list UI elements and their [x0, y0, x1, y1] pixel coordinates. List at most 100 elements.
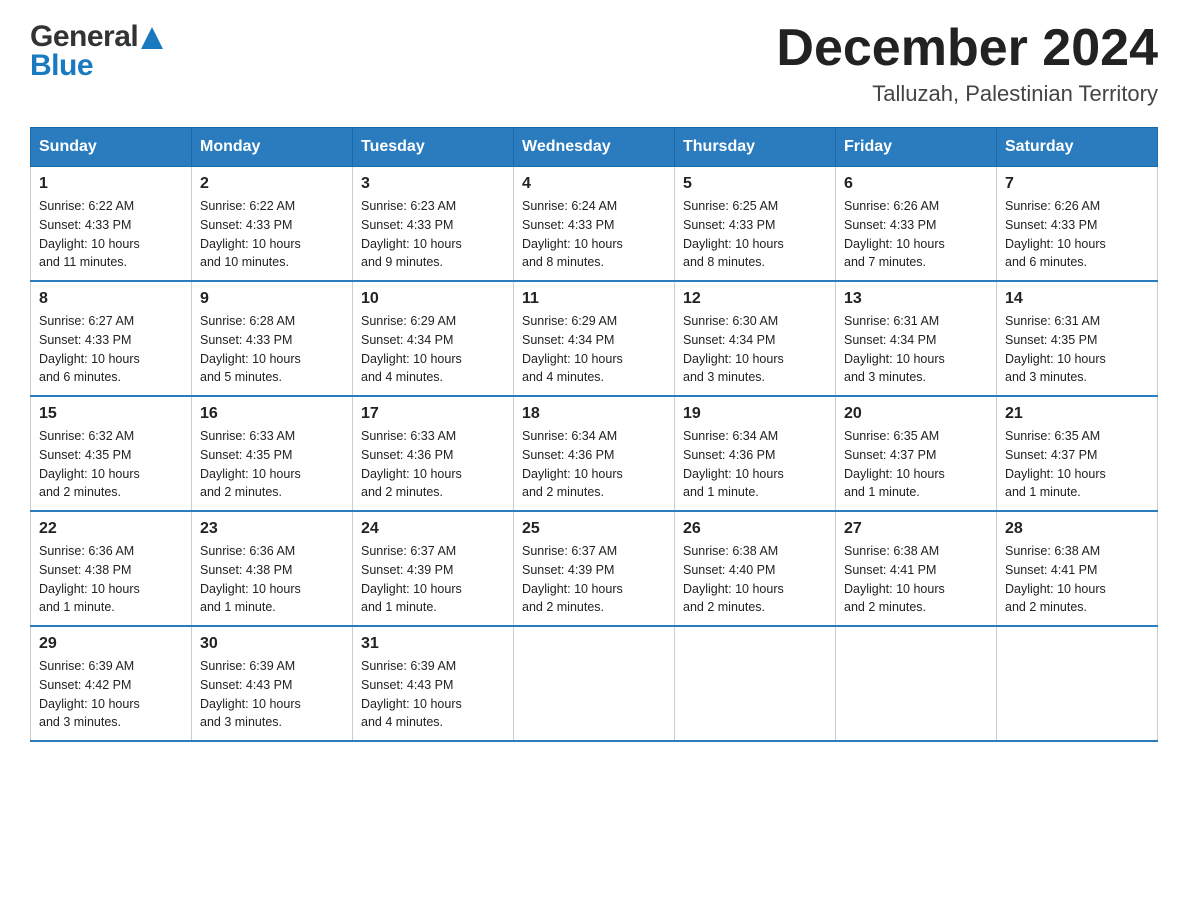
- table-row: 4Sunrise: 6:24 AMSunset: 4:33 PMDaylight…: [514, 167, 675, 282]
- table-row: [836, 626, 997, 741]
- table-row: 23 Sunrise: 6:36 AMSunset: 4:38 PMDayligh…: [192, 511, 353, 626]
- table-row: [675, 626, 836, 741]
- day-info: Sunrise: 6:37 AMSunset: 4:39 PMDaylight:…: [522, 542, 666, 617]
- day-info: Sunrise: 6:35 AMSunset: 4:37 PMDaylight:…: [1005, 427, 1149, 502]
- title-block: December 2024 Talluzah, Palestinian Terr…: [776, 20, 1158, 107]
- calendar-week-row: 22 Sunrise: 6:36 AMSunset: 4:38 PMDayligh…: [31, 511, 1158, 626]
- table-row: 27 Sunrise: 6:38 AMSunset: 4:41 PMDayligh…: [836, 511, 997, 626]
- table-row: 29 Sunrise: 6:39 AMSunset: 4:42 PMDayligh…: [31, 626, 192, 741]
- day-info: Sunrise: 6:36 AMSunset: 4:38 PMDaylight:…: [200, 542, 344, 617]
- day-info: Sunrise: 6:27 AMSunset: 4:33 PMDaylight:…: [39, 312, 183, 387]
- col-saturday: Saturday: [997, 128, 1158, 167]
- day-number: 4: [522, 175, 666, 193]
- table-row: 30 Sunrise: 6:39 AMSunset: 4:43 PMDayligh…: [192, 626, 353, 741]
- day-number: 2: [200, 175, 344, 193]
- table-row: 8 Sunrise: 6:27 AMSunset: 4:33 PMDaylight…: [31, 281, 192, 396]
- day-number: 1: [39, 175, 183, 193]
- table-row: 15 Sunrise: 6:32 AMSunset: 4:35 PMDayligh…: [31, 396, 192, 511]
- col-tuesday: Tuesday: [353, 128, 514, 167]
- day-number: 5: [683, 175, 827, 193]
- day-number: 27: [844, 520, 988, 538]
- calendar-table: Sunday Monday Tuesday Wednesday Thursday…: [30, 127, 1158, 742]
- table-row: 16 Sunrise: 6:33 AMSunset: 4:35 PMDayligh…: [192, 396, 353, 511]
- day-number: 14: [1005, 290, 1149, 308]
- day-number: 31: [361, 635, 505, 653]
- location-title: Talluzah, Palestinian Territory: [776, 81, 1158, 107]
- col-wednesday: Wednesday: [514, 128, 675, 167]
- day-number: 24: [361, 520, 505, 538]
- day-info: Sunrise: 6:25 AMSunset: 4:33 PMDaylight:…: [683, 197, 827, 272]
- table-row: 21 Sunrise: 6:35 AMSunset: 4:37 PMDayligh…: [997, 396, 1158, 511]
- day-info: Sunrise: 6:28 AMSunset: 4:33 PMDaylight:…: [200, 312, 344, 387]
- day-info: Sunrise: 6:29 AMSunset: 4:34 PMDaylight:…: [361, 312, 505, 387]
- table-row: 11 Sunrise: 6:29 AMSunset: 4:34 PMDayligh…: [514, 281, 675, 396]
- logo-blue-text: Blue: [30, 49, 163, 82]
- table-row: 28Sunrise: 6:38 AMSunset: 4:41 PMDayligh…: [997, 511, 1158, 626]
- col-monday: Monday: [192, 128, 353, 167]
- day-info: Sunrise: 6:31 AMSunset: 4:34 PMDaylight:…: [844, 312, 988, 387]
- day-number: 18: [522, 405, 666, 423]
- table-row: 10 Sunrise: 6:29 AMSunset: 4:34 PMDayligh…: [353, 281, 514, 396]
- table-row: 14 Sunrise: 6:31 AMSunset: 4:35 PMDayligh…: [997, 281, 1158, 396]
- calendar-week-row: 1 Sunrise: 6:22 AMSunset: 4:33 PMDaylight…: [31, 167, 1158, 282]
- day-number: 17: [361, 405, 505, 423]
- day-info: Sunrise: 6:38 AMSunset: 4:41 PMDaylight:…: [844, 542, 988, 617]
- table-row: 7 Sunrise: 6:26 AMSunset: 4:33 PMDaylight…: [997, 167, 1158, 282]
- day-info: Sunrise: 6:33 AMSunset: 4:35 PMDaylight:…: [200, 427, 344, 502]
- day-number: 23: [200, 520, 344, 538]
- day-info: Sunrise: 6:39 AMSunset: 4:42 PMDaylight:…: [39, 657, 183, 732]
- day-info: Sunrise: 6:31 AMSunset: 4:35 PMDaylight:…: [1005, 312, 1149, 387]
- logo-triangle-icon: [141, 27, 163, 49]
- table-row: 12 Sunrise: 6:30 AMSunset: 4:34 PMDayligh…: [675, 281, 836, 396]
- day-number: 29: [39, 635, 183, 653]
- day-info: Sunrise: 6:35 AMSunset: 4:37 PMDaylight:…: [844, 427, 988, 502]
- calendar-header-row: Sunday Monday Tuesday Wednesday Thursday…: [31, 128, 1158, 167]
- table-row: 18 Sunrise: 6:34 AMSunset: 4:36 PMDayligh…: [514, 396, 675, 511]
- table-row: [997, 626, 1158, 741]
- col-sunday: Sunday: [31, 128, 192, 167]
- table-row: 6Sunrise: 6:26 AMSunset: 4:33 PMDaylight…: [836, 167, 997, 282]
- day-info: Sunrise: 6:29 AMSunset: 4:34 PMDaylight:…: [522, 312, 666, 387]
- day-info: Sunrise: 6:39 AMSunset: 4:43 PMDaylight:…: [200, 657, 344, 732]
- table-row: 24 Sunrise: 6:37 AMSunset: 4:39 PMDayligh…: [353, 511, 514, 626]
- table-row: 22 Sunrise: 6:36 AMSunset: 4:38 PMDayligh…: [31, 511, 192, 626]
- col-friday: Friday: [836, 128, 997, 167]
- day-number: 6: [844, 175, 988, 193]
- table-row: 13Sunrise: 6:31 AMSunset: 4:34 PMDayligh…: [836, 281, 997, 396]
- day-number: 22: [39, 520, 183, 538]
- day-info: Sunrise: 6:30 AMSunset: 4:34 PMDaylight:…: [683, 312, 827, 387]
- day-number: 21: [1005, 405, 1149, 423]
- day-info: Sunrise: 6:22 AMSunset: 4:33 PMDaylight:…: [200, 197, 344, 272]
- day-number: 11: [522, 290, 666, 308]
- calendar-week-row: 8 Sunrise: 6:27 AMSunset: 4:33 PMDaylight…: [31, 281, 1158, 396]
- day-info: Sunrise: 6:32 AMSunset: 4:35 PMDaylight:…: [39, 427, 183, 502]
- day-info: Sunrise: 6:36 AMSunset: 4:38 PMDaylight:…: [39, 542, 183, 617]
- day-number: 7: [1005, 175, 1149, 193]
- day-info: Sunrise: 6:33 AMSunset: 4:36 PMDaylight:…: [361, 427, 505, 502]
- day-number: 8: [39, 290, 183, 308]
- col-thursday: Thursday: [675, 128, 836, 167]
- table-row: [514, 626, 675, 741]
- table-row: 20 Sunrise: 6:35 AMSunset: 4:37 PMDayligh…: [836, 396, 997, 511]
- day-info: Sunrise: 6:22 AMSunset: 4:33 PMDaylight:…: [39, 197, 183, 272]
- day-number: 30: [200, 635, 344, 653]
- table-row: 2 Sunrise: 6:22 AMSunset: 4:33 PMDaylight…: [192, 167, 353, 282]
- day-info: Sunrise: 6:34 AMSunset: 4:36 PMDaylight:…: [522, 427, 666, 502]
- calendar-week-row: 29 Sunrise: 6:39 AMSunset: 4:42 PMDayligh…: [31, 626, 1158, 741]
- day-info: Sunrise: 6:39 AMSunset: 4:43 PMDaylight:…: [361, 657, 505, 732]
- day-info: Sunrise: 6:26 AMSunset: 4:33 PMDaylight:…: [1005, 197, 1149, 272]
- day-number: 12: [683, 290, 827, 308]
- day-number: 28: [1005, 520, 1149, 538]
- month-title: December 2024: [776, 20, 1158, 77]
- table-row: 1 Sunrise: 6:22 AMSunset: 4:33 PMDaylight…: [31, 167, 192, 282]
- day-number: 20: [844, 405, 988, 423]
- day-number: 3: [361, 175, 505, 193]
- table-row: 19Sunrise: 6:34 AMSunset: 4:36 PMDayligh…: [675, 396, 836, 511]
- day-number: 16: [200, 405, 344, 423]
- table-row: 25Sunrise: 6:37 AMSunset: 4:39 PMDayligh…: [514, 511, 675, 626]
- day-number: 10: [361, 290, 505, 308]
- day-info: Sunrise: 6:37 AMSunset: 4:39 PMDaylight:…: [361, 542, 505, 617]
- day-number: 15: [39, 405, 183, 423]
- table-row: 31 Sunrise: 6:39 AMSunset: 4:43 PMDayligh…: [353, 626, 514, 741]
- table-row: 3Sunrise: 6:23 AMSunset: 4:33 PMDaylight…: [353, 167, 514, 282]
